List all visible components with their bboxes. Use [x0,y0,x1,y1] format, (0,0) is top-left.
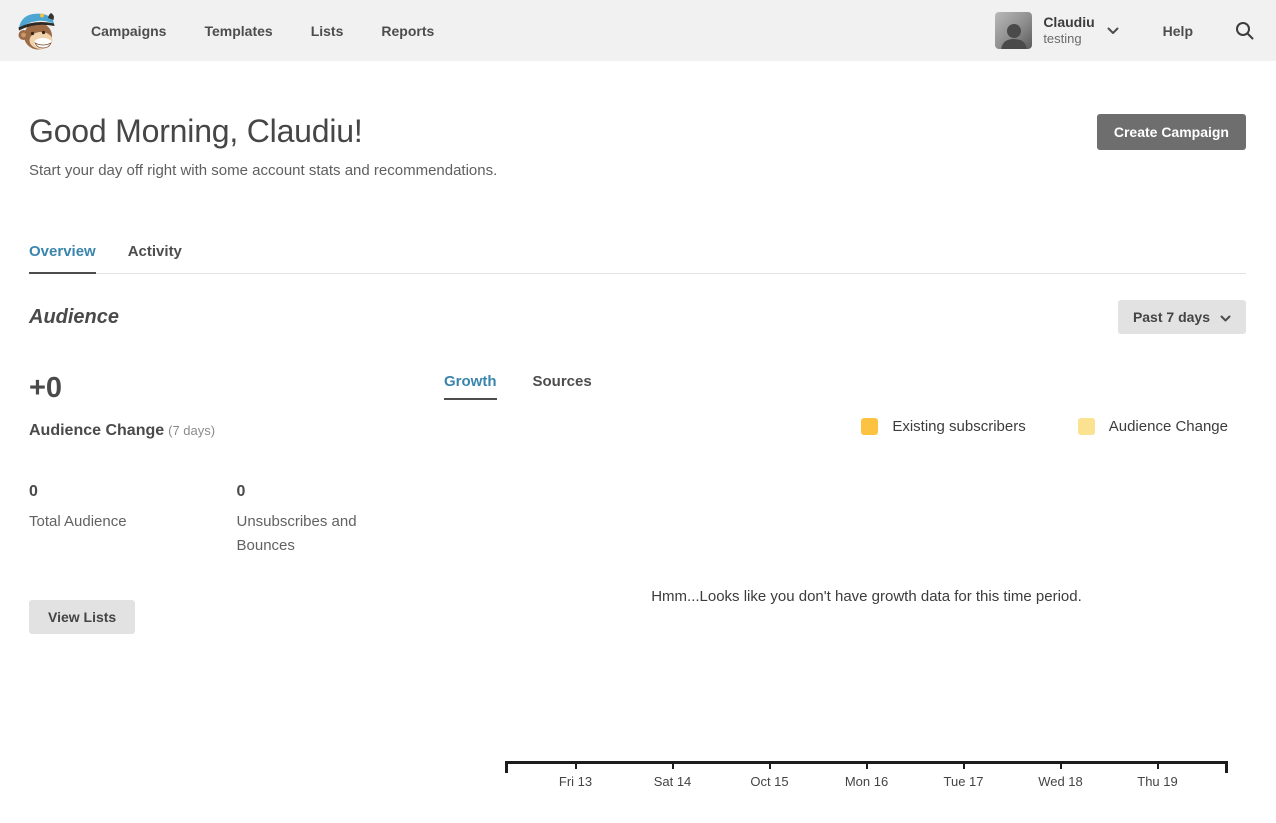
x-axis-label: Oct 15 [750,774,788,789]
page-header: Good Morning, Claudiu! Start your day of… [29,113,1246,179]
chevron-down-icon [1107,27,1119,35]
x-tick: Fri 13 [527,764,624,791]
chevron-down-icon [1220,309,1231,325]
top-nav: Campaigns Templates Lists Reports Claudi… [0,0,1276,61]
view-lists-button[interactable]: View Lists [29,600,135,634]
stat-total-audience: 0 Total Audience [29,483,237,558]
legend-item-existing-subscribers: Existing subscribers [861,418,1025,435]
period-selector-value: Past 7 days [1133,309,1210,325]
x-axis: Fri 13 Sat 14 Oct 15 Mon 16 Tue 17 Wed 1… [505,761,1228,791]
avatar [995,12,1032,49]
nav-item-reports[interactable]: Reports [381,23,434,39]
nav-item-lists[interactable]: Lists [311,23,344,39]
stat-label: Total Audience [29,510,159,534]
account-menu[interactable]: Claudiu testing [995,12,1118,49]
x-tick: Mon 16 [818,764,915,791]
x-tick: Sat 14 [624,764,721,791]
x-tick: Thu 19 [1109,764,1206,791]
x-axis-label: Sat 14 [654,774,692,789]
account-plan: testing [1043,31,1094,47]
audience-change-period: (7 days) [168,423,215,438]
legend-swatch-icon [1078,418,1095,435]
audience-change-label-text: Audience Change [29,422,164,439]
audience-section-header: Audience Past 7 days [29,300,1246,334]
stat-unsubscribes: 0 Unsubscribes and Bounces [237,483,445,558]
mailchimp-logo-icon[interactable] [15,7,59,55]
help-link[interactable]: Help [1163,23,1193,39]
growth-chart-panel: Growth Sources Existing subscribers Audi… [444,364,1246,791]
audience-change-label: Audience Change (7 days) [29,422,444,440]
nav-item-campaigns[interactable]: Campaigns [91,23,166,39]
tab-growth[interactable]: Growth [444,373,497,400]
period-selector[interactable]: Past 7 days [1118,300,1246,334]
x-axis-label: Wed 18 [1038,774,1083,789]
x-axis-label: Mon 16 [845,774,888,789]
audience-change-value: +0 [29,372,444,405]
stat-value: 0 [29,483,217,501]
legend-label: Existing subscribers [892,418,1025,435]
tab-overview[interactable]: Overview [29,243,96,274]
audience-content: +0 Audience Change (7 days) 0 Total Audie… [29,364,1246,791]
tab-activity[interactable]: Activity [128,243,182,274]
x-tick: Wed 18 [1012,764,1109,791]
chart-empty-message: Hmm...Looks like you don't have growth d… [505,588,1228,605]
chart-plot-area: Hmm...Looks like you don't have growth d… [444,435,1246,761]
stat-value: 0 [237,483,425,501]
x-axis-label: Tue 17 [944,774,984,789]
main-tabs: Overview Activity [29,243,1246,274]
x-axis-label: Thu 19 [1137,774,1177,789]
main-content: Good Morning, Claudiu! Start your day of… [0,113,1276,791]
nav-right: Claudiu testing Help [995,12,1256,49]
legend-label: Audience Change [1109,418,1228,435]
x-axis-label: Fri 13 [559,774,592,789]
nav-links: Campaigns Templates Lists Reports [91,23,434,39]
chart-legend: Existing subscribers Audience Change [444,418,1228,435]
chart-tabs: Growth Sources [444,373,1246,400]
page-title: Good Morning, Claudiu! [29,113,497,150]
x-tick: Tue 17 [915,764,1012,791]
stat-label: Unsubscribes and Bounces [237,510,367,558]
search-icon[interactable] [1235,21,1254,40]
x-tick: Oct 15 [721,764,818,791]
tab-sources[interactable]: Sources [533,373,592,400]
page-subtitle: Start your day off right with some accou… [29,162,497,179]
audience-section-title: Audience [29,306,119,329]
legend-swatch-icon [861,418,878,435]
create-campaign-button[interactable]: Create Campaign [1097,114,1246,150]
nav-item-templates[interactable]: Templates [204,23,272,39]
account-name: Claudiu [1043,14,1094,32]
account-text: Claudiu testing [1043,14,1094,48]
audience-stats: 0 Total Audience 0 Unsubscribes and Boun… [29,483,444,558]
audience-summary: +0 Audience Change (7 days) 0 Total Audie… [29,364,444,791]
legend-item-audience-change: Audience Change [1078,418,1228,435]
